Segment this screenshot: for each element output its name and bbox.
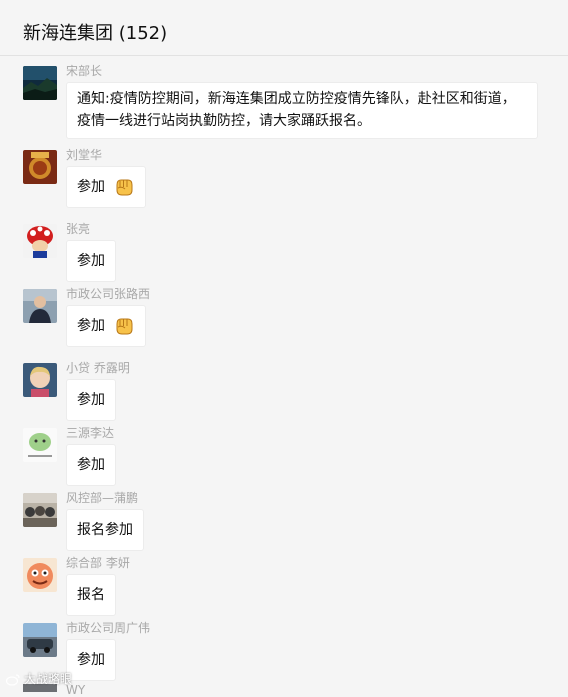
message-bubble[interactable]: 参加: [66, 639, 116, 681]
message-bubble[interactable]: 参加: [66, 379, 116, 421]
avatar[interactable]: [23, 66, 57, 100]
avatar[interactable]: [23, 493, 57, 527]
message-bubble[interactable]: 报名参加: [66, 509, 144, 551]
sender-name: 风控部—蒲鹏: [66, 491, 139, 505]
message-bubble[interactable]: 通知:疫情防控期间，新海连集团成立防控疫情先锋队，赴社区和街道，疫情一线进行站岗…: [66, 82, 538, 139]
avatar[interactable]: [23, 363, 57, 397]
message-bubble[interactable]: 参加: [66, 305, 147, 347]
chat-header: 新海连集团 (152): [0, 0, 568, 56]
avatar[interactable]: [23, 623, 57, 657]
message-bubble[interactable]: 参加: [66, 444, 116, 486]
sender-name: 小贷 乔露明: [66, 361, 130, 375]
group-title: 新海连集团 (152): [23, 23, 168, 44]
watermark: 大战略眼: [5, 670, 72, 687]
fist-emoji-icon: [113, 176, 135, 198]
weibo-logo-icon: [5, 673, 20, 686]
avatar[interactable]: [23, 289, 57, 323]
sender-name: 市政公司张路西: [66, 287, 151, 301]
sender-name: 市政公司周广伟: [66, 621, 151, 635]
message-bubble[interactable]: 参加: [66, 166, 147, 208]
avatar[interactable]: [23, 558, 57, 592]
avatar[interactable]: [23, 428, 57, 462]
avatar[interactable]: [23, 224, 57, 258]
sender-name: 宋部长: [66, 64, 103, 78]
sender-name: 张亮: [66, 222, 91, 236]
message-bubble[interactable]: 报名: [66, 574, 116, 616]
message-bubble[interactable]: 参加: [66, 240, 116, 282]
message-text: 参加: [77, 318, 105, 334]
fist-emoji-icon: [113, 315, 135, 337]
message-text: 参加: [77, 179, 105, 195]
sender-name: 三源李达: [66, 426, 115, 440]
watermark-text: 大战略眼: [23, 672, 72, 686]
sender-name: 刘堂华: [66, 148, 103, 162]
sender-name: 综合部 李妍: [66, 556, 130, 570]
avatar[interactable]: [23, 150, 57, 184]
